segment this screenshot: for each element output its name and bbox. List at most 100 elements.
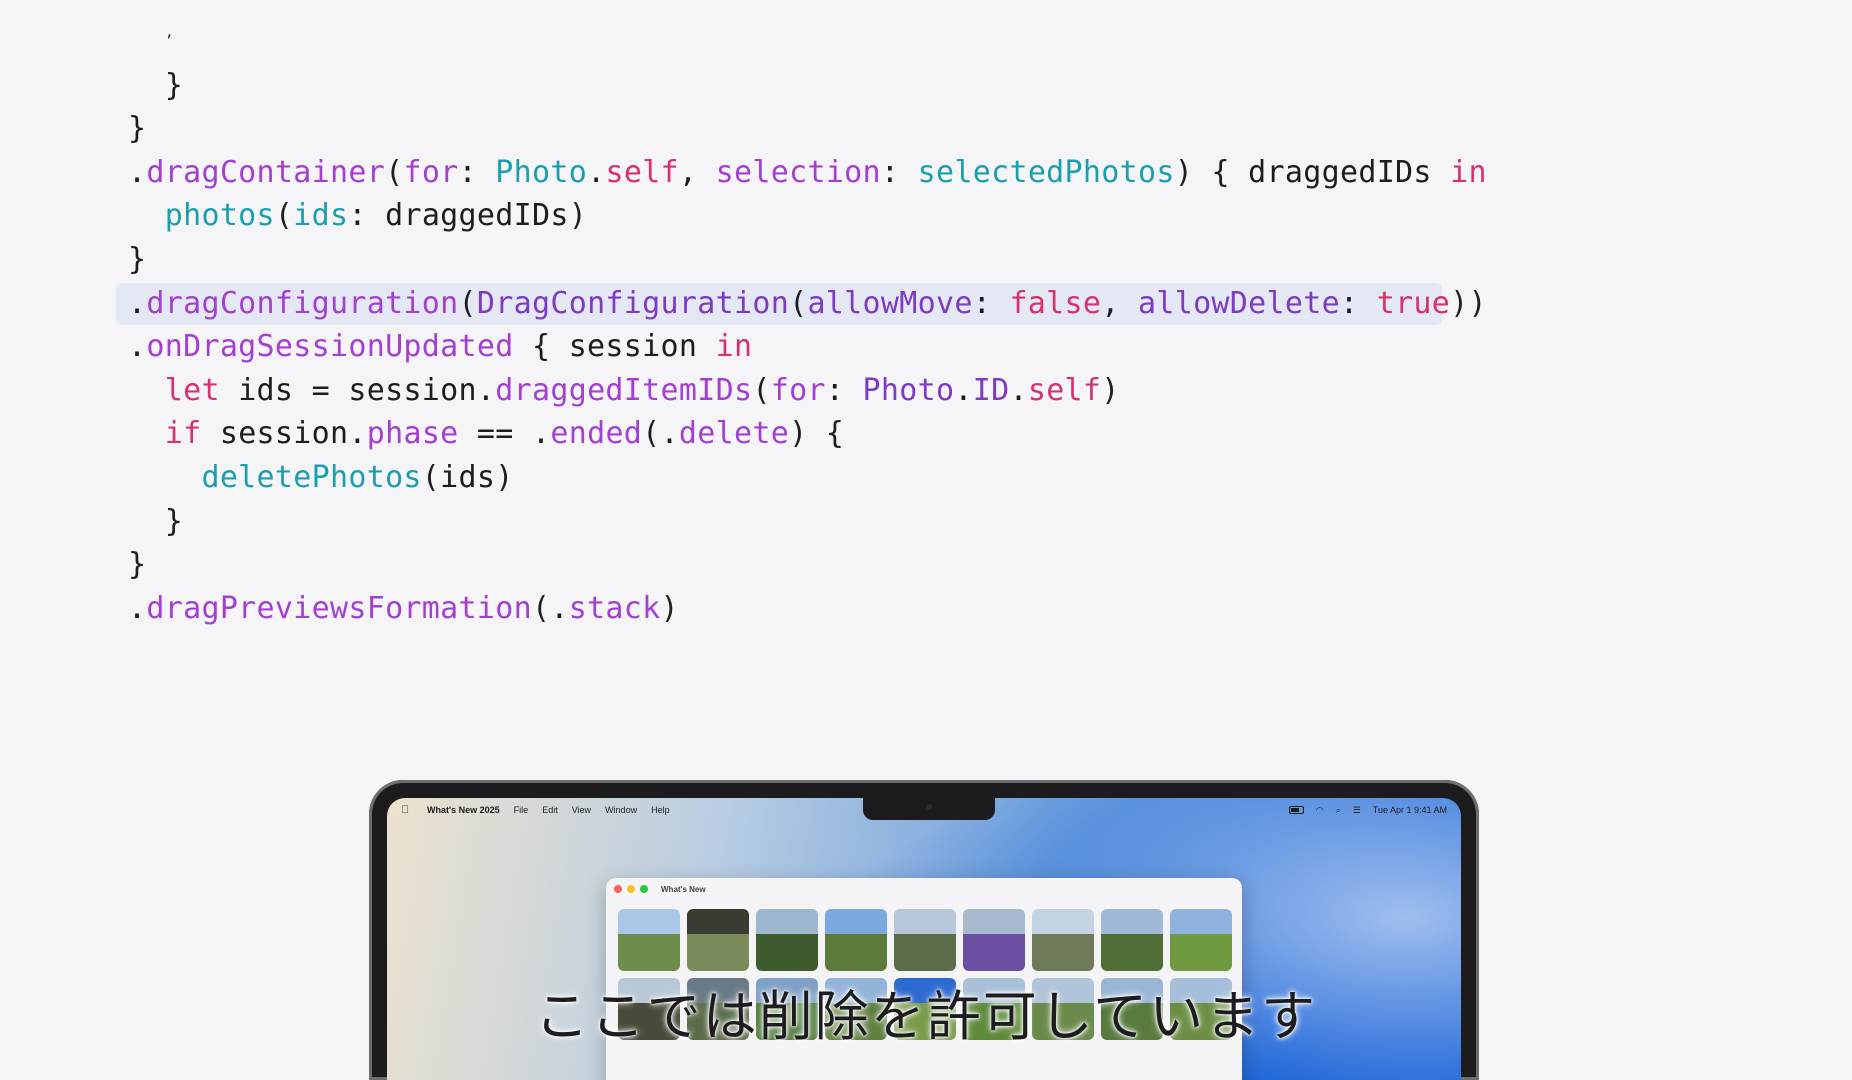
code-line: photos(ids: draggedIDs) [128,194,1448,238]
code-line: } [128,238,1448,282]
code-token: if [164,416,202,452]
code-token: for [403,154,459,190]
code-token: draggedItemIDs [495,372,753,408]
code-token: true [1376,285,1451,321]
code-listing: ʼ }} .dragContainer(for: Photo.self, sele… [116,20,1487,631]
camera-notch [863,798,995,820]
code-token: ʼ [164,33,174,49]
code-token: . [128,154,147,190]
code-line: .dragContainer(for: Photo.self, selectio… [128,151,1487,195]
code-token: : [825,372,863,408]
code-token: } [128,111,147,147]
menu-window[interactable]: Window [605,805,637,815]
code-line: deletePhotos(ids) [128,456,1448,500]
code-token: } [128,547,147,583]
code-token: DragConfiguration [476,285,790,321]
code-token: session. [201,416,367,452]
code-token: ( [458,285,477,321]
code-token: : draggedIDs) [348,198,588,234]
control-center-icon[interactable]: ☰ [1353,805,1361,816]
code-token: { session [513,329,716,365]
code-token: , [678,154,716,190]
apple-menu-icon[interactable]:  [401,804,413,816]
code-token: photos [164,198,275,234]
code-token: dragPreviewsFormation [146,590,532,626]
code-token: delete [678,416,790,452]
code-token: false [1009,285,1102,321]
video-subtitle: ここでは削除を許可しています [534,985,1318,1048]
photo-thumbnail[interactable] [963,909,1025,971]
code-token: (. [642,416,679,452]
menu-app-name[interactable]: What's New 2025 [427,805,500,815]
code-line: } [128,543,1448,587]
code-token: } [164,67,184,103]
code-token: == . [458,416,551,452]
code-token: (ids) [421,459,514,495]
photo-thumbnail[interactable] [756,909,818,971]
code-token: } [128,241,147,277]
code-line: .dragPreviewsFormation(.stack) [128,587,1448,631]
code-token: . [128,329,147,365]
code-token: Photo [862,372,955,408]
code-token: ( [274,198,294,234]
code-token: . [128,590,147,626]
photo-thumbnail[interactable] [1032,909,1094,971]
code-token: dragContainer [146,154,386,190]
code-token: : [458,154,496,190]
camera-icon [926,804,932,810]
photo-thumbnail[interactable] [618,909,680,971]
code-token: . [1009,372,1028,408]
code-token: selection [715,154,881,190]
battery-icon[interactable] [1288,806,1304,814]
code-token: allowMove [807,285,973,321]
code-token: ( [789,285,808,321]
code-token: dragConfiguration [146,285,459,321]
window-titlebar[interactable]: What's New [606,878,1242,900]
code-token: phase [366,416,459,452]
menu-view[interactable]: View [572,805,591,815]
code-token: . [587,154,606,190]
photo-thumbnail[interactable] [1170,909,1232,971]
code-token: : [972,285,1010,321]
code-token: . [954,372,973,408]
code-token: stack [568,590,661,626]
photo-thumbnail[interactable] [894,909,956,971]
code-token: self [605,154,679,190]
code-token: ) [1101,372,1120,408]
menu-help[interactable]: Help [651,805,670,815]
photo-thumbnail[interactable] [825,909,887,971]
photo-thumbnail[interactable] [687,909,749,971]
code-line: } [128,64,1448,108]
code-token: )) [1450,285,1487,321]
code-token: ) { draggedIDs [1174,154,1451,190]
code-line: } [128,500,1448,544]
wifi-icon[interactable]: ◠ [1316,805,1324,816]
code-token: : [880,154,918,190]
code-token: ended [550,416,643,452]
zoom-window-button[interactable] [640,885,648,893]
menu-bar-clock[interactable]: Tue Apr 1 9:41 AM [1373,805,1447,815]
code-line: if session.phase == .ended(.delete) { [128,412,1448,456]
code-token: ids = session. [219,372,496,408]
code-token: in [715,329,753,365]
code-line: ʼ [128,20,1448,64]
code-token: . [128,285,147,321]
code-token: in [1450,154,1487,190]
menu-edit[interactable]: Edit [542,805,558,815]
code-token: (. [531,590,569,626]
code-line: .onDragSessionUpdated { session in [128,325,1448,369]
code-token: } [164,503,184,539]
menu-file[interactable]: File [514,805,529,815]
code-line-highlighted: .dragConfiguration(DragConfiguration(all… [116,282,1487,326]
window-title: What's New [661,884,706,894]
code-token: : [1339,285,1377,321]
menu-bar-status: ◠ ⌕ ☰ Tue Apr 1 9:41 AM [1288,805,1447,816]
spotlight-search-icon[interactable]: ⌕ [1336,805,1341,816]
code-line: let ids = session.draggedItemIDs(for: Ph… [128,369,1448,413]
code-token: let [164,372,220,408]
code-token: ) [660,590,679,626]
minimize-window-button[interactable] [627,885,635,893]
code-token: ID [972,372,1010,408]
photo-thumbnail[interactable] [1101,909,1163,971]
close-window-button[interactable] [614,885,622,893]
